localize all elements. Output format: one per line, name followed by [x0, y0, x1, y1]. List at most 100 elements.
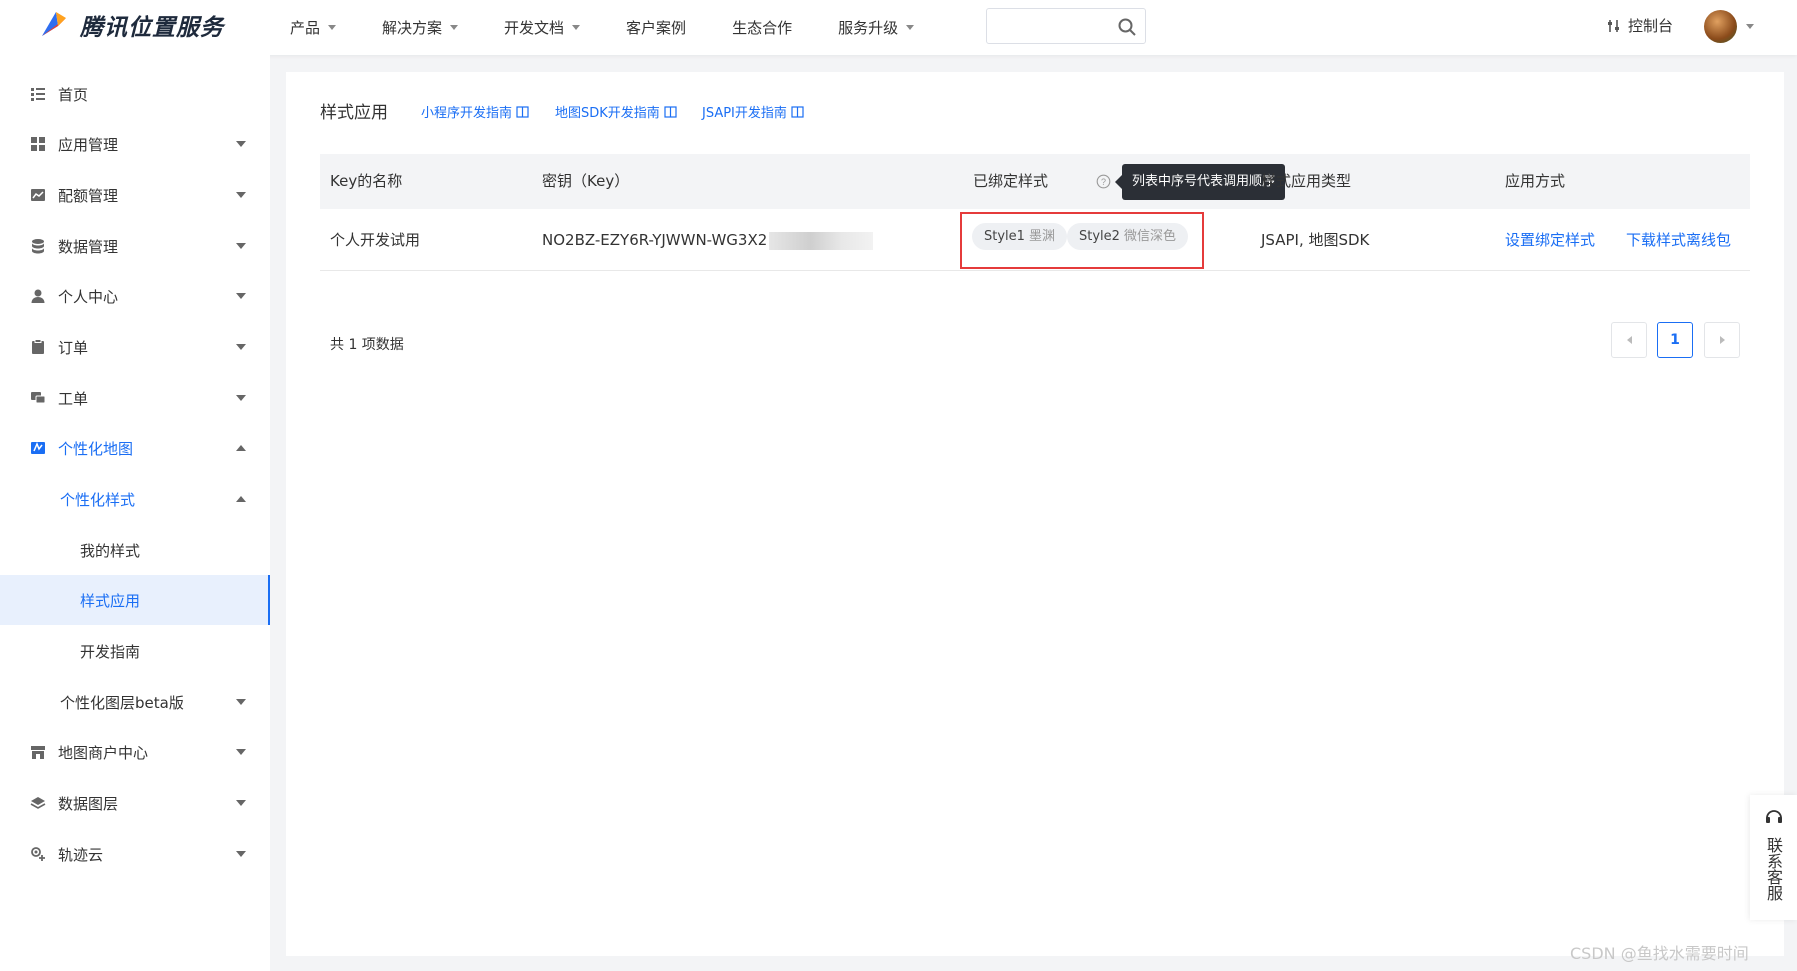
- chevron-left-icon: [1626, 336, 1632, 344]
- style-tag-sub: 墨渊: [1028, 229, 1055, 244]
- sidebar-item-custom-layer[interactable]: 个性化图层beta版: [0, 677, 270, 727]
- main-card: 样式应用 小程序开发指南 地图SDK开发指南 JSAPI开发指南 Key的名称 …: [286, 72, 1784, 956]
- sidebar-item-merchant[interactable]: 地图商户中心: [0, 727, 270, 777]
- sidebar-item-label: 订单: [58, 338, 89, 357]
- sidebar-item-quota[interactable]: 配额管理: [0, 170, 270, 220]
- style-tag: Style2 微信深色: [1067, 223, 1188, 250]
- nav-label: 服务升级: [838, 19, 899, 37]
- sidebar-item-data-layer[interactable]: 数据图层: [0, 778, 270, 828]
- sidebar-item-tickets[interactable]: 工单: [0, 373, 270, 423]
- nav-solutions[interactable]: 解决方案: [382, 17, 459, 38]
- nav-upgrade[interactable]: 服务升级: [838, 17, 915, 38]
- chevron-down-icon: [236, 851, 246, 857]
- sidebar-item-profile[interactable]: 个人中心: [0, 271, 270, 321]
- sidebar-item-track-cloud[interactable]: 轨迹云: [0, 829, 270, 879]
- sidebar-item-data[interactable]: 数据管理: [0, 221, 270, 271]
- masked-secret: [769, 231, 874, 250]
- page-number-button[interactable]: 1: [1657, 322, 1693, 358]
- sidebar-item-label: 我的样式: [80, 541, 141, 560]
- brand-logo[interactable]: 腾讯位置服务: [36, 8, 224, 42]
- guide-label: 小程序开发指南: [421, 106, 513, 121]
- sidebar-item-label: 个性化样式: [60, 490, 136, 509]
- guide-sdk-link[interactable]: 地图SDK开发指南: [555, 102, 677, 121]
- nav-label: 解决方案: [382, 19, 443, 37]
- table-row: 个人开发试用 NO2BZ-EZY6R-YJWWN-WG3X2 Style1 墨渊 …: [320, 209, 1750, 271]
- chevron-down-icon: [572, 25, 581, 30]
- download-offline-package-link[interactable]: 下载样式离线包: [1626, 209, 1731, 271]
- col-bound-styles: 已绑定样式: [973, 172, 1049, 190]
- track-icon: [31, 847, 45, 861]
- sidebar-item-label: 轨迹云: [58, 845, 104, 864]
- nav-docs[interactable]: 开发文档: [504, 17, 581, 38]
- list-icon: [31, 88, 45, 101]
- avatar[interactable]: [1704, 10, 1737, 43]
- search-input[interactable]: [987, 9, 1107, 43]
- col-apply-method: 应用方式: [1505, 172, 1566, 190]
- col-key-name: Key的名称: [330, 172, 403, 190]
- grid-icon: [31, 137, 45, 151]
- page-title: 样式应用: [320, 103, 388, 123]
- sidebar-item-custom-map[interactable]: 个性化地图: [0, 423, 270, 473]
- sidebar-item-my-styles[interactable]: 我的样式: [0, 525, 270, 575]
- guide-label: 地图SDK开发指南: [555, 106, 660, 121]
- clipboard-icon: [32, 339, 44, 354]
- brand-name: 腾讯位置服务: [80, 15, 224, 41]
- layers-icon: [30, 797, 46, 809]
- next-page-button[interactable]: [1704, 322, 1740, 358]
- nav-label: 开发文档: [504, 19, 565, 37]
- chevron-down-icon[interactable]: [1746, 24, 1754, 29]
- nav-cases[interactable]: 客户案例: [626, 17, 686, 38]
- chevron-down-icon: [328, 25, 337, 30]
- help-icon[interactable]: ?: [1096, 174, 1111, 189]
- sidebar-item-home[interactable]: 首页: [0, 69, 270, 119]
- sidebar-item-label: 开发指南: [80, 642, 141, 661]
- search-icon[interactable]: [1117, 17, 1137, 37]
- main-nav: 产品 解决方案 开发文档 客户案例 生态合作 服务升级: [290, 0, 960, 55]
- chat-icon: [31, 392, 46, 404]
- style-tag-name: Style2: [1079, 229, 1120, 244]
- chevron-down-icon: [236, 344, 246, 350]
- nav-label: 生态合作: [732, 19, 793, 37]
- cell-secret: NO2BZ-EZY6R-YJWWN-WG3X2: [542, 209, 874, 271]
- guide-miniprogram-link[interactable]: 小程序开发指南: [421, 102, 529, 121]
- col-style-type: 样式应用类型: [1261, 172, 1352, 190]
- console-link[interactable]: 控制台: [1606, 15, 1673, 36]
- sidebar-item-label: 首页: [58, 85, 89, 104]
- book-icon: [516, 105, 529, 118]
- compass-logo-icon: [42, 12, 66, 36]
- sidebar-item-label: 数据图层: [58, 794, 119, 813]
- guide-jsapi-link[interactable]: JSAPI开发指南: [702, 102, 804, 121]
- sidebar-item-style-apply[interactable]: 样式应用: [0, 575, 270, 625]
- chevron-right-icon: [1719, 336, 1725, 344]
- chevron-down-icon: [450, 25, 459, 30]
- chevron-up-icon: [236, 445, 246, 451]
- chevron-down-icon: [236, 293, 246, 299]
- chevron-down-icon: [906, 25, 915, 30]
- book-icon: [664, 105, 677, 118]
- sidebar-item-orders[interactable]: 订单: [0, 322, 270, 372]
- database-icon: [32, 239, 44, 254]
- store-icon: [31, 746, 45, 759]
- nav-ecosystem[interactable]: 生态合作: [732, 17, 792, 38]
- sidebar-item-label: 配额管理: [58, 186, 119, 205]
- user-icon: [31, 289, 45, 303]
- chevron-down-icon: [236, 395, 246, 401]
- sidebar-item-dev-guide[interactable]: 开发指南: [0, 626, 270, 676]
- sidebar-item-custom-style[interactable]: 个性化样式: [0, 474, 270, 524]
- sidebar-item-label: 工单: [58, 389, 89, 408]
- top-header: 腾讯位置服务 产品 解决方案 开发文档 客户案例 生态合作 服务升级 控制台: [0, 0, 1797, 55]
- contact-support-button[interactable]: 联系客服: [1750, 795, 1797, 920]
- style-tag-sub: 微信深色: [1123, 229, 1176, 244]
- sidebar-item-label: 个性化图层beta版: [60, 693, 184, 712]
- set-bound-style-link[interactable]: 设置绑定样式: [1505, 209, 1595, 271]
- style-tag: Style1 墨渊: [972, 223, 1067, 250]
- book-icon: [791, 105, 804, 118]
- nav-products[interactable]: 产品: [290, 17, 337, 38]
- contact-label: 联系客服: [1764, 837, 1783, 901]
- map-style-icon: [31, 442, 45, 454]
- sidebar-item-label: 地图商户中心: [58, 743, 149, 762]
- sidebar-item-label: 数据管理: [58, 237, 119, 256]
- nav-label: 产品: [290, 19, 321, 37]
- prev-page-button[interactable]: [1611, 322, 1647, 358]
- sidebar-item-apps[interactable]: 应用管理: [0, 119, 270, 169]
